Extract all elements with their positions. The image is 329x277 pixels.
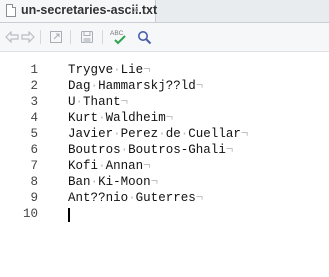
line-number: 10: [22, 207, 38, 221]
line-text: Boutros·Boutros-Ghali¬: [68, 143, 234, 157]
editor-line: 1 Trygve·Lie¬: [0, 62, 329, 78]
text-editor[interactable]: 1 Trygve·Lie¬ 2 Dag·Hammarskj??ld¬ 3 U·T…: [0, 52, 329, 277]
toolbar-divider: [102, 30, 103, 44]
editor-line: 7 Kofi·Annan¬: [0, 158, 329, 174]
search-icon[interactable]: [134, 23, 154, 51]
editor-line: 5 Javier·Perez·de·Cuellar¬: [0, 126, 329, 142]
file-tab[interactable]: un-secretaries-ascii.txt ×: [0, 0, 157, 22]
line-number: 6: [30, 143, 38, 157]
editor-line: 9 Ant??nio·Guterres¬: [0, 190, 329, 206]
line-text: Ban·Ki-Moon¬: [68, 175, 159, 189]
line-text: Trygve·Lie¬: [68, 63, 151, 77]
toolbar-divider: [40, 30, 41, 44]
editor-line: 3 U·Thant¬: [0, 94, 329, 110]
line-text: Javier·Perez·de·Cuellar¬: [68, 127, 249, 141]
editor-line: 4 Kurt·Waldheim¬: [0, 110, 329, 126]
line-number: 8: [30, 175, 38, 189]
spellcheck-icon[interactable]: ABC: [108, 23, 130, 51]
line-number: 9: [30, 191, 38, 205]
line-text: Dag·Hammarskj??ld¬: [68, 79, 204, 93]
editor-line: 2 Dag·Hammarskj??ld¬: [0, 78, 329, 94]
line-text: Kofi·Annan¬: [68, 159, 151, 173]
line-number: 4: [30, 111, 38, 125]
line-text: Ant??nio·Guterres¬: [68, 191, 204, 205]
editor-toolbar: ABC: [0, 23, 329, 52]
back-arrow-icon[interactable]: [4, 23, 20, 51]
show-in-window-icon[interactable]: [46, 23, 66, 51]
line-number: 7: [30, 159, 38, 173]
text-cursor: [68, 208, 70, 222]
line-number: 3: [30, 95, 38, 109]
line-text: Kurt·Waldheim¬: [68, 111, 174, 125]
line-number: 5: [30, 127, 38, 141]
tab-bar: un-secretaries-ascii.txt ×: [0, 0, 329, 23]
editor-line: 10: [0, 206, 329, 222]
close-tab-icon[interactable]: ×: [132, 4, 139, 16]
file-icon: [6, 4, 16, 17]
save-icon[interactable]: [77, 23, 97, 51]
forward-arrow-icon[interactable]: [20, 23, 36, 51]
spellcheck-abc-text: ABC: [110, 30, 124, 37]
toolbar-divider: [70, 30, 71, 44]
line-text: U·Thant¬: [68, 95, 129, 109]
line-number: 1: [30, 63, 38, 77]
line-number: 2: [30, 79, 38, 93]
editor-line: 6 Boutros·Boutros-Ghali¬: [0, 142, 329, 158]
editor-line: 8 Ban·Ki-Moon¬: [0, 174, 329, 190]
